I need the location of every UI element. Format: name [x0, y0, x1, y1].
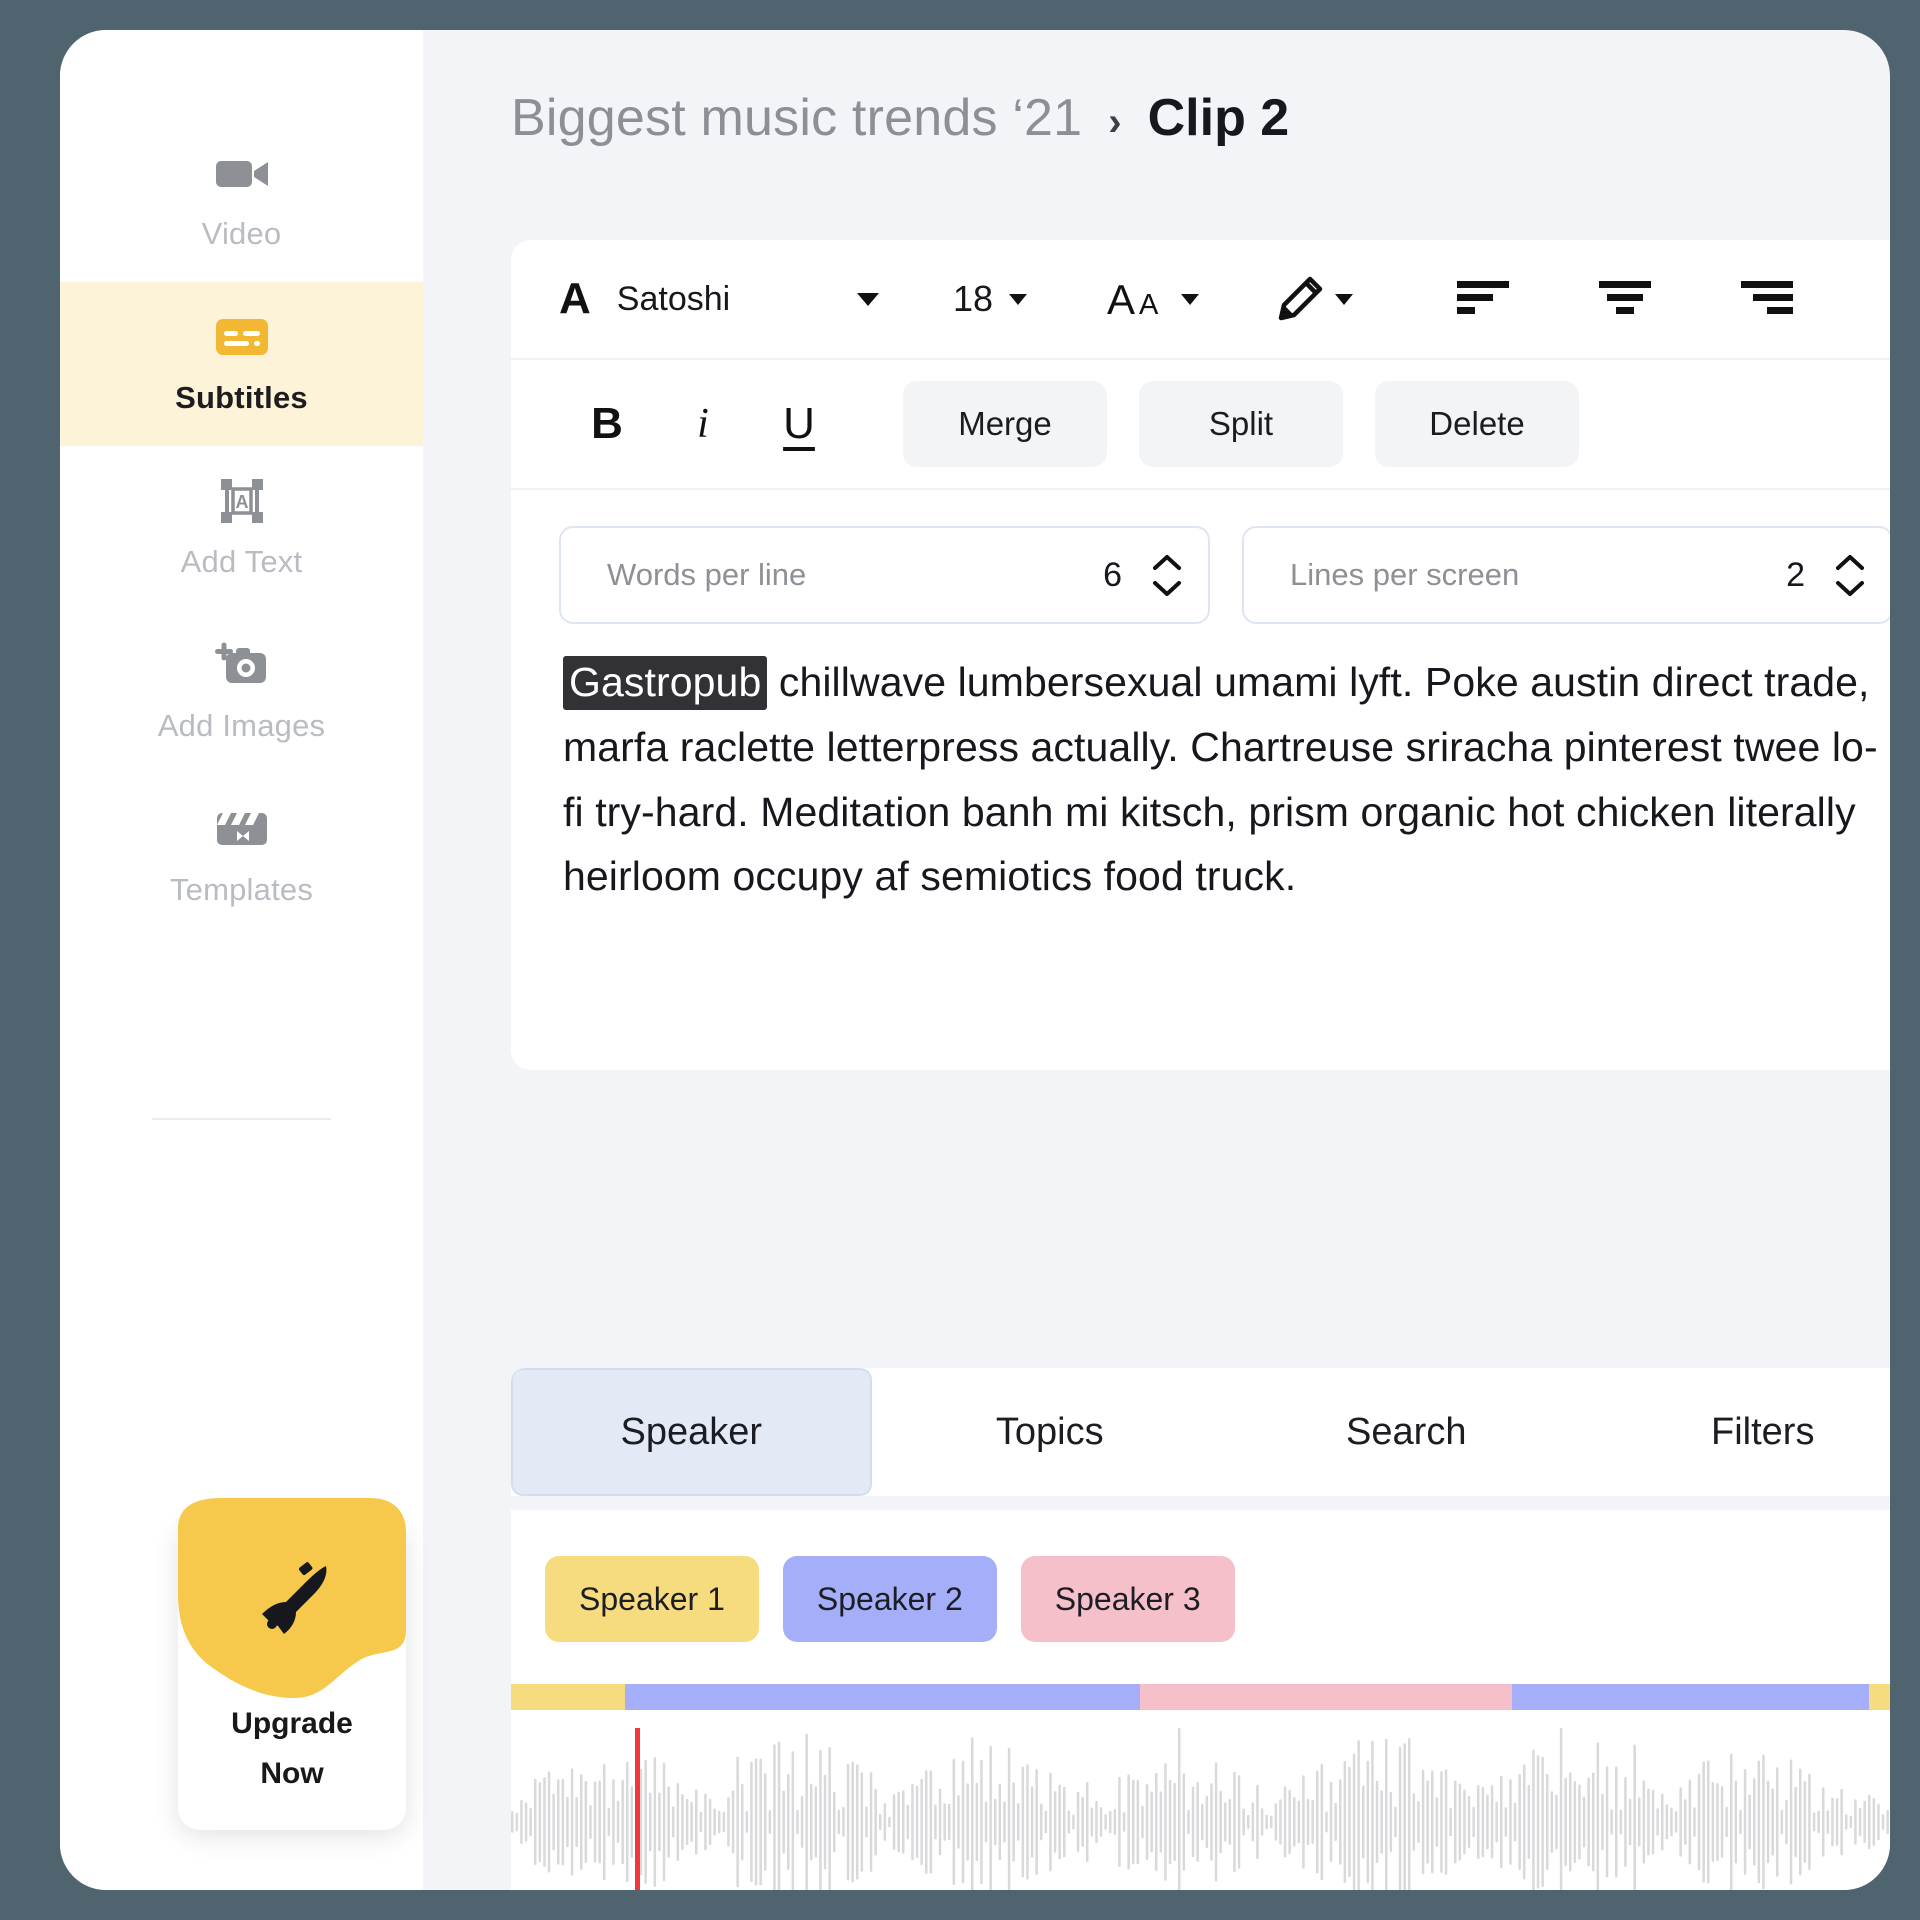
words-per-line-spinner[interactable] — [1152, 554, 1182, 597]
timeline-segment[interactable] — [1869, 1684, 1890, 1710]
rocket-icon — [262, 1562, 327, 1634]
text-style-toolbar: A Satoshi 18 A A — [511, 240, 1890, 360]
subtitle-text-area[interactable]: Gastropub chillwave lumbersexual umami l… — [511, 624, 1890, 909]
upgrade-now-card[interactable]: Upgrade Now — [178, 1498, 406, 1830]
timeline-segment[interactable] — [625, 1684, 1141, 1710]
clapperboard-icon — [60, 800, 423, 858]
text-color-button[interactable] — [1277, 276, 1354, 322]
sidebar-item-label: Subtitles — [175, 380, 308, 415]
align-right-button[interactable] — [1741, 277, 1797, 322]
words-per-line-stepper[interactable]: Words per line 6 — [559, 526, 1210, 624]
font-size-select[interactable]: 18 — [953, 278, 1028, 320]
upgrade-label-line2: Now — [260, 1756, 324, 1790]
svg-text:A: A — [1107, 278, 1135, 320]
text-case-icon: A A — [1107, 278, 1159, 320]
panel-tabs: Speaker Topics Search Filters — [511, 1368, 1890, 1496]
playhead-marker[interactable] — [635, 1728, 640, 1890]
chevron-down-icon — [1181, 293, 1200, 305]
waveform-graphic — [511, 1728, 1889, 1890]
page-title: Clip 2 — [1147, 89, 1290, 147]
sidebar-item-add-images[interactable]: Add Images — [60, 610, 423, 774]
font-family-select[interactable]: A Satoshi — [559, 274, 879, 324]
chevron-down-icon — [1153, 580, 1181, 596]
sidebar-item-label: Add Text — [180, 544, 303, 579]
sidebar-item-templates[interactable]: Templates — [60, 774, 423, 938]
speaker-chip-1[interactable]: Speaker 1 — [545, 1556, 759, 1642]
speaker-chip-list: Speaker 1 Speaker 2 Speaker 3 — [511, 1510, 1890, 1642]
chevron-down-icon — [1836, 580, 1864, 596]
lines-per-screen-label: Lines per screen — [1290, 557, 1520, 592]
font-size-value: 18 — [953, 278, 994, 319]
sidebar-item-add-text[interactable]: A Add Text — [60, 446, 423, 610]
subtitles-icon — [60, 308, 423, 366]
svg-text:A: A — [235, 492, 248, 512]
breadcrumb-parent-link[interactable]: Biggest music trends ‘21 — [511, 88, 1082, 148]
subtitle-editor-card: A Satoshi 18 A A B i U Merge Split Delet… — [511, 240, 1890, 1070]
selected-word-highlight: Gastropub — [563, 656, 768, 710]
font-family-value: Satoshi — [616, 279, 731, 318]
split-button[interactable]: Split — [1139, 381, 1343, 467]
bold-button[interactable]: B — [559, 399, 655, 449]
main-content: Biggest music trends ‘21 › Clip 2 A Sato… — [423, 30, 1890, 1890]
chevron-right-icon: › — [1108, 100, 1122, 144]
tab-speaker[interactable]: Speaker — [511, 1368, 872, 1496]
italic-button[interactable]: i — [655, 400, 751, 448]
tab-search[interactable]: Search — [1228, 1368, 1585, 1496]
align-right-icon — [1741, 280, 1794, 314]
merge-button[interactable]: Merge — [903, 381, 1107, 467]
sidebar-item-label: Video — [201, 216, 282, 251]
chevron-down-icon — [1009, 293, 1028, 305]
app-window: Video Subtitles A Add Text Add Images Te… — [60, 30, 1890, 1890]
breadcrumb: Biggest music trends ‘21 › Clip 2 — [423, 30, 1890, 160]
chevron-down-icon — [1335, 293, 1354, 305]
align-left-icon — [1457, 280, 1510, 314]
video-camera-icon — [60, 144, 423, 202]
speaker-timeline[interactable] — [511, 1684, 1890, 1710]
font-letter-icon: A — [559, 274, 591, 323]
words-per-line-value: 6 — [1103, 555, 1122, 594]
sidebar-item-label: Add Images — [157, 708, 326, 743]
speaker-chip-3[interactable]: Speaker 3 — [1020, 1556, 1235, 1642]
pencil-icon — [1278, 276, 1323, 321]
chevron-down-icon — [857, 292, 879, 306]
text-case-button[interactable]: A A — [1107, 278, 1200, 320]
add-text-icon: A — [60, 472, 423, 530]
chevron-up-icon — [1836, 554, 1864, 570]
align-center-icon — [1599, 280, 1652, 314]
lines-per-screen-stepper[interactable]: Lines per screen 2 — [1242, 526, 1890, 624]
words-per-line-label: Words per line — [607, 557, 807, 592]
tab-filters[interactable]: Filters — [1585, 1368, 1891, 1496]
timeline-segment[interactable] — [511, 1684, 626, 1710]
lines-per-screen-value: 2 — [1786, 555, 1805, 594]
sidebar: Video Subtitles A Add Text Add Images Te… — [60, 30, 423, 1890]
align-left-button[interactable] — [1457, 277, 1513, 322]
speaker-panel: Speaker 1 Speaker 2 Speaker 3 — [511, 1510, 1890, 1890]
delete-button[interactable]: Delete — [1375, 381, 1579, 467]
align-center-button[interactable] — [1599, 277, 1655, 322]
audio-waveform[interactable] — [511, 1722, 1890, 1890]
sidebar-divider — [152, 1118, 331, 1120]
sidebar-item-label: Templates — [169, 872, 314, 907]
svg-text:A: A — [1139, 289, 1159, 320]
timeline-segment[interactable] — [1511, 1684, 1870, 1710]
tab-topics[interactable]: Topics — [872, 1368, 1229, 1496]
upgrade-label-line1: Upgrade — [231, 1707, 353, 1740]
add-image-icon — [60, 636, 423, 694]
sidebar-item-subtitles[interactable]: Subtitles — [60, 282, 423, 446]
lines-per-screen-spinner[interactable] — [1835, 554, 1865, 597]
sidebar-item-video[interactable]: Video — [60, 118, 423, 282]
chevron-up-icon — [1153, 554, 1181, 570]
timeline-segment[interactable] — [1140, 1684, 1512, 1710]
subtitle-layout-controls: Words per line 6 Lines per screen 2 — [511, 490, 1890, 624]
format-toolbar: B i U Merge Split Delete — [511, 360, 1890, 490]
speaker-chip-2[interactable]: Speaker 2 — [782, 1556, 997, 1642]
underline-button[interactable]: U — [751, 399, 847, 449]
